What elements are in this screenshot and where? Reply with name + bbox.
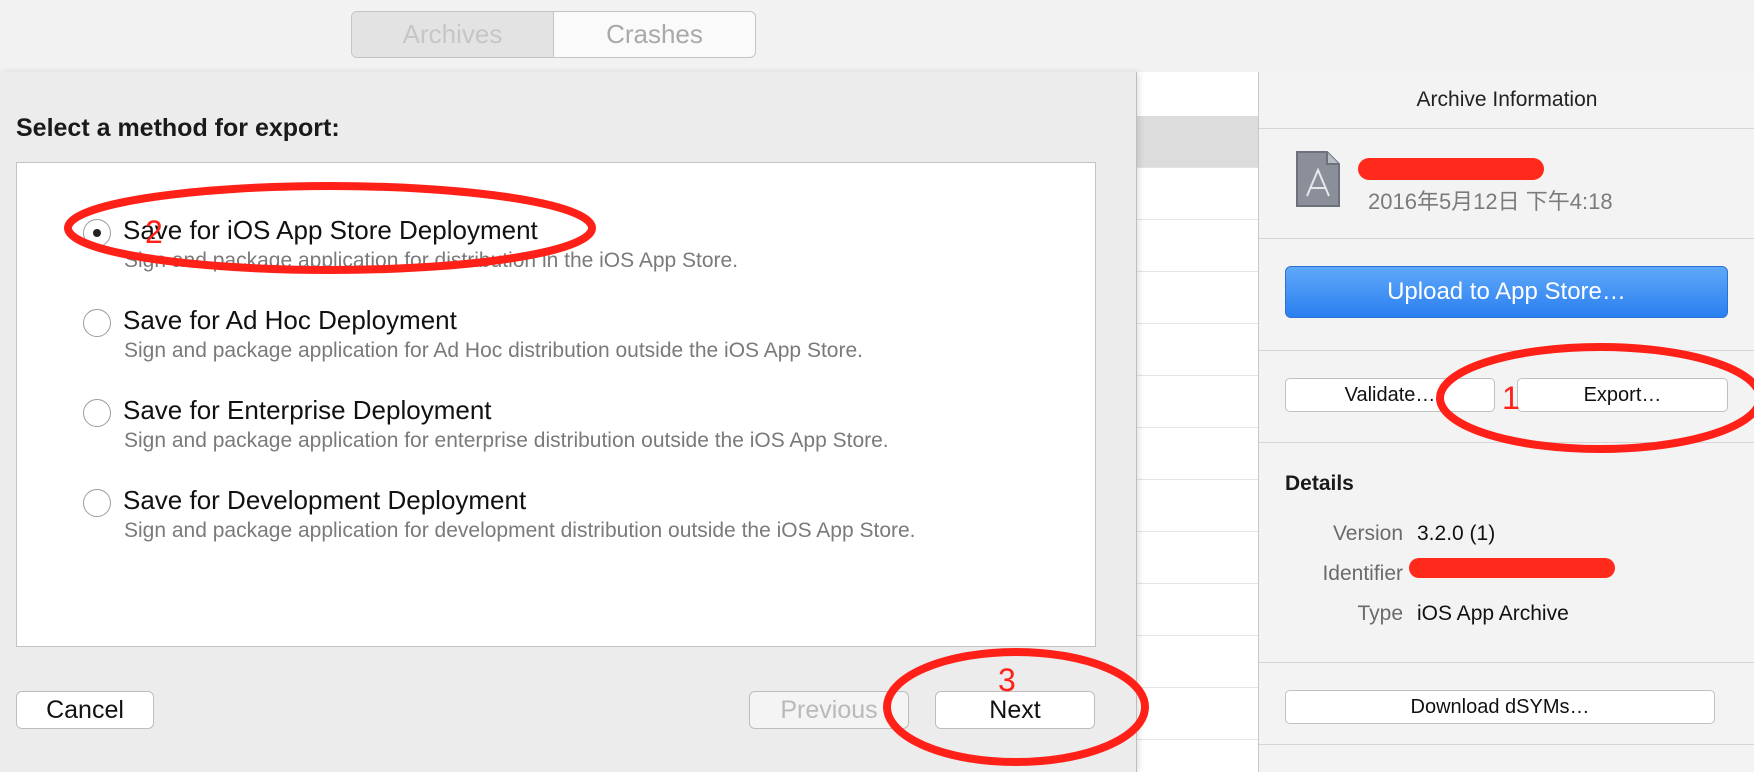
- archive-name-redacted: [1358, 158, 1544, 180]
- list-item-selected[interactable]: [1136, 116, 1258, 168]
- list-item[interactable]: [1136, 272, 1258, 324]
- divider: [1259, 662, 1754, 663]
- type-label: Type: [1357, 602, 1403, 625]
- option-title: Save for Development Deployment: [123, 485, 527, 515]
- identifier-value-redacted: [1409, 558, 1615, 578]
- window-toolbar: Archives Crashes: [0, 0, 1754, 73]
- radio-app-store[interactable]: [83, 219, 111, 247]
- download-dsyms-button[interactable]: Download dSYMs…: [1285, 690, 1715, 724]
- option-title: Save for Ad Hoc Deployment: [123, 305, 457, 335]
- identifier-label: Identifier: [1322, 562, 1403, 585]
- tab-crashes[interactable]: Crashes: [554, 12, 755, 57]
- option-description: Sign and package application for distrib…: [124, 249, 739, 272]
- list-item[interactable]: [1136, 636, 1258, 688]
- archive-date: 2016年5月12日 下午4:18: [1368, 189, 1613, 214]
- list-item[interactable]: [1136, 532, 1258, 584]
- version-label: Version: [1332, 522, 1403, 545]
- option-title: Save for Enterprise Deployment: [123, 395, 492, 425]
- view-segmented-control[interactable]: Archives Crashes: [351, 11, 756, 58]
- export-method-options: Save for iOS App Store Deployment Sign a…: [16, 162, 1096, 647]
- archive-inspector: Archive Information 2016年5月12日 下午4:18 Up…: [1258, 72, 1754, 772]
- radio-enterprise[interactable]: [83, 399, 111, 427]
- details-title: Details: [1285, 472, 1354, 495]
- list-item[interactable]: [1136, 428, 1258, 480]
- list-item[interactable]: [1136, 376, 1258, 428]
- option-description: Sign and package application for develop…: [124, 519, 916, 542]
- divider: [1259, 238, 1754, 239]
- list-item[interactable]: [1136, 584, 1258, 636]
- list-item[interactable]: [1136, 480, 1258, 532]
- sheet-title: Select a method for export:: [16, 114, 340, 142]
- annotation-number-2: 2: [145, 214, 163, 250]
- option-description: Sign and package application for enterpr…: [124, 429, 889, 452]
- export-button[interactable]: Export…: [1517, 378, 1728, 412]
- export-sheet: Select a method for export: Save for iOS…: [0, 72, 1137, 772]
- list-item[interactable]: [1136, 324, 1258, 376]
- annotation-number-1: 1: [1502, 380, 1520, 416]
- upload-to-app-store-button[interactable]: Upload to App Store…: [1285, 266, 1728, 318]
- radio-ad-hoc[interactable]: [83, 309, 111, 337]
- list-item[interactable]: [1136, 688, 1258, 740]
- option-description: Sign and package application for Ad Hoc …: [124, 339, 863, 362]
- previous-button[interactable]: Previous: [749, 691, 909, 729]
- divider: [1259, 442, 1754, 443]
- list-item[interactable]: [1136, 220, 1258, 272]
- cancel-button[interactable]: Cancel: [16, 691, 154, 729]
- tab-archives[interactable]: Archives: [352, 12, 554, 57]
- version-value: 3.2.0 (1): [1417, 522, 1496, 545]
- list-item[interactable]: [1136, 168, 1258, 220]
- app-archive-icon: [1296, 151, 1340, 207]
- annotation-number-3: 3: [998, 662, 1016, 698]
- radio-development[interactable]: [83, 489, 111, 517]
- divider: [1259, 744, 1754, 745]
- inspector-header: Archive Information: [1259, 72, 1754, 129]
- option-title: Save for iOS App Store Deployment: [123, 215, 538, 245]
- divider: [1259, 350, 1754, 351]
- type-value: iOS App Archive: [1417, 602, 1569, 625]
- validate-button[interactable]: Validate…: [1285, 378, 1495, 412]
